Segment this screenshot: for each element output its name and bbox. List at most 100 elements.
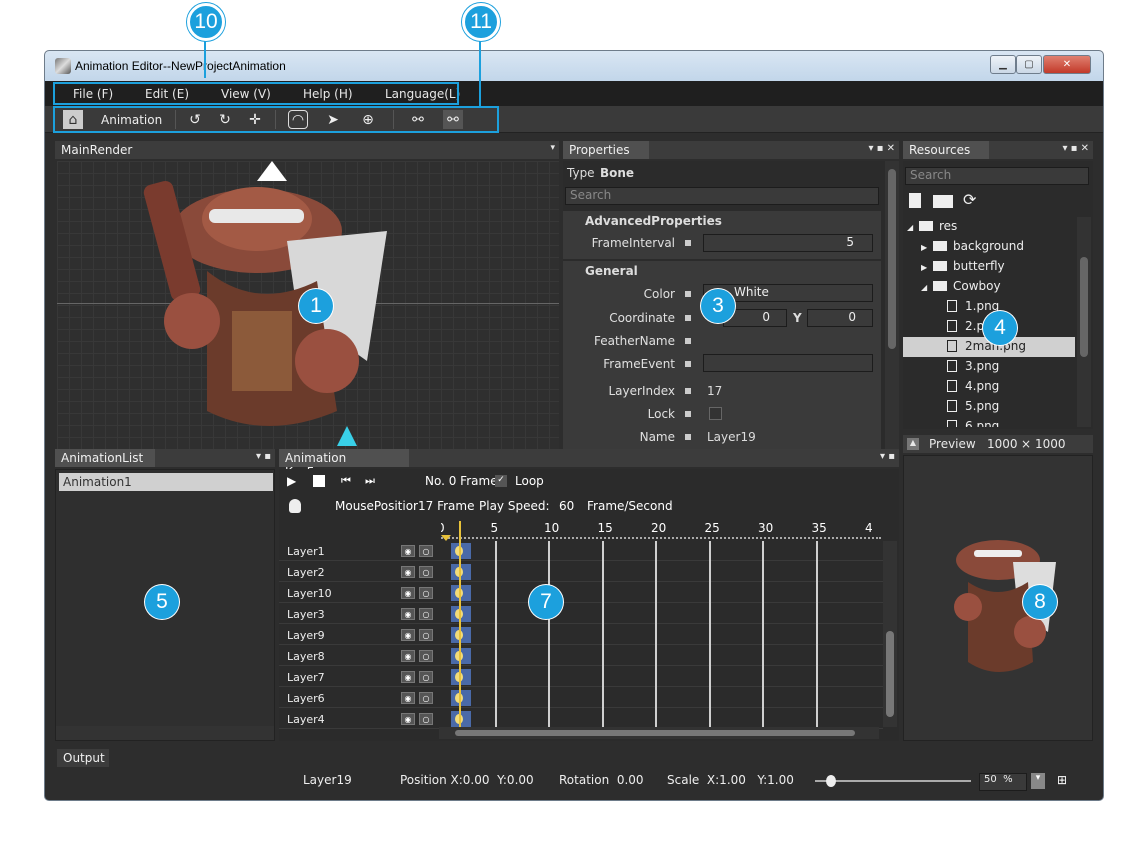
general-header[interactable]: General [585, 264, 638, 278]
visibility-eye-icon[interactable]: ◉ [401, 713, 415, 725]
layer-lock-icon[interactable]: ○ [419, 629, 433, 641]
tab-animation-list[interactable]: AnimationList [55, 449, 155, 467]
layer-row[interactable]: Layer9 ◉ ○ [279, 625, 883, 645]
zoom-input[interactable]: 50 % [979, 773, 1027, 791]
visibility-eye-icon[interactable]: ◉ [401, 671, 415, 683]
timeline-marker-line [762, 541, 764, 727]
zoom-slider-thumb[interactable] [825, 775, 836, 787]
visibility-eye-icon[interactable]: ◉ [401, 692, 415, 704]
layer-row[interactable]: Layer6 ◉ ○ [279, 688, 883, 708]
expand-arrow-icon[interactable]: ▶ [921, 243, 933, 252]
loop-label: Loop [515, 474, 544, 488]
tree-folder[interactable]: ◢ res [907, 217, 957, 237]
output-header: Output [55, 749, 1095, 767]
timeline-vscroll[interactable] [883, 541, 897, 727]
tree-folder[interactable]: ◢ Cowboy [921, 277, 1001, 297]
layer-lock-icon[interactable]: ○ [419, 587, 433, 599]
app-window: Animation Editor--NewProjectAnimation ▁ … [44, 50, 1104, 801]
advanced-header[interactable]: AdvancedProperties [585, 214, 722, 228]
animation-list-item[interactable]: Animation1 [59, 473, 273, 491]
expand-arrow-icon[interactable]: ▶ [921, 263, 933, 272]
tab-main-render[interactable]: MainRender [55, 141, 139, 159]
layer-row[interactable]: Layer10 ◉ ○ [279, 583, 883, 603]
resources-search-input[interactable]: Search [905, 167, 1089, 185]
layer-name: Layer4 [287, 713, 325, 726]
maximize-button[interactable]: ▢ [1016, 55, 1042, 74]
animation-list-hscroll[interactable] [56, 726, 274, 740]
tree-item-label: background [953, 239, 1024, 253]
layer-lock-icon[interactable]: ○ [419, 650, 433, 662]
stop-button[interactable] [313, 475, 325, 487]
tree-file[interactable]: 5.png [935, 397, 999, 417]
name-label: Name [639, 430, 675, 444]
tab-output[interactable]: Output [57, 749, 109, 767]
panel-pin-icon[interactable]: ▾ ▪ [256, 451, 271, 462]
visibility-eye-icon[interactable]: ◉ [401, 545, 415, 557]
callout-line [479, 40, 481, 106]
expand-arrow-icon[interactable]: ◢ [921, 283, 933, 292]
fit-view-icon[interactable]: ⊞ [1057, 773, 1071, 789]
layer-name: Layer10 [287, 587, 332, 600]
layer-lock-icon[interactable]: ○ [419, 545, 433, 557]
pin-icon [685, 315, 691, 321]
frame-event-input[interactable] [703, 354, 873, 372]
properties-search-input[interactable]: Search [565, 187, 879, 205]
visibility-eye-icon[interactable]: ◉ [401, 629, 415, 641]
layer-lock-icon[interactable]: ○ [419, 566, 433, 578]
coordinate-y-input[interactable]: 0 [807, 309, 873, 327]
layer-row[interactable]: Layer7 ◉ ○ [279, 667, 883, 687]
timeline-marker-line [494, 541, 497, 727]
layer-row[interactable]: Layer1 ◉ ○ [279, 541, 883, 561]
layer-row[interactable]: Layer8 ◉ ○ [279, 646, 883, 666]
tree-item-label: res [939, 219, 958, 233]
tab-properties[interactable]: Properties [563, 141, 649, 159]
next-frame-button[interactable]: ⏭ [365, 474, 375, 488]
new-file-icon[interactable] [909, 193, 921, 208]
layer-row[interactable]: Layer4 ◉ ○ [279, 709, 883, 729]
play-speed-value[interactable]: 60 [559, 499, 574, 513]
tab-keyframe[interactable]: Animation KeyFrame [279, 449, 409, 479]
play-button[interactable]: ▶ [287, 474, 296, 488]
animation-list-header: AnimationList ▾ ▪ [55, 449, 275, 467]
layer-lock-icon[interactable]: ○ [419, 608, 433, 620]
panel-pin-icon[interactable]: ▾ ▪ ✕ [868, 143, 895, 154]
tree-file[interactable]: 4.png [935, 377, 999, 397]
timeline-hscroll[interactable] [439, 727, 879, 739]
zoom-dropdown-icon[interactable]: ▾ [1031, 773, 1045, 789]
minimize-button[interactable]: ▁ [990, 55, 1016, 74]
layer-lock-icon[interactable]: ○ [419, 671, 433, 683]
visibility-eye-icon[interactable]: ◉ [401, 587, 415, 599]
add-key-icon[interactable] [289, 499, 301, 513]
collapse-icon[interactable]: ▲ [907, 438, 919, 450]
lock-checkbox[interactable] [709, 407, 722, 420]
properties-scrollbar[interactable] [885, 161, 899, 449]
frame-interval-input[interactable]: 5 [703, 234, 873, 252]
visibility-eye-icon[interactable]: ◉ [401, 650, 415, 662]
layer-lock-icon[interactable]: ○ [419, 713, 433, 725]
layer-lock-icon[interactable]: ○ [419, 692, 433, 704]
visibility-eye-icon[interactable]: ◉ [401, 566, 415, 578]
timeline-ruler[interactable]: 0 5 10 15 20 25 30 35 4 [441, 521, 881, 541]
panel-pin-icon[interactable]: ▾ ▪ [880, 451, 895, 462]
prev-frame-button[interactable]: ⏮ [341, 474, 351, 488]
tree-item-label: butterfly [953, 259, 1005, 273]
layer-row[interactable]: Layer2 ◉ ○ [279, 562, 883, 582]
close-button[interactable]: ✕ [1043, 55, 1091, 74]
tab-resources[interactable]: Resources [903, 141, 989, 159]
tree-folder[interactable]: ▶ butterfly [921, 257, 1005, 277]
panel-menu-icon[interactable]: ▾ [550, 143, 555, 153]
layer-row[interactable]: Layer3 ◉ ○ [279, 604, 883, 624]
visibility-eye-icon[interactable]: ◉ [401, 608, 415, 620]
pin-icon [685, 291, 691, 297]
refresh-icon[interactable]: ⟳ [963, 190, 976, 209]
zoom-slider[interactable] [815, 780, 971, 782]
panel-pin-icon[interactable]: ▾ ▪ ✕ [1062, 143, 1089, 154]
expand-arrow-icon[interactable]: ◢ [907, 223, 919, 232]
tree-folder[interactable]: ▶ background [921, 237, 1024, 257]
timeline-tick-label: 30 [758, 521, 774, 535]
tree-file[interactable]: 3.png [935, 357, 999, 377]
resources-scrollbar[interactable] [1077, 217, 1091, 427]
tree-file[interactable]: 6.png [935, 417, 999, 427]
open-folder-icon[interactable] [933, 195, 953, 208]
loop-checkbox[interactable]: ✓ [495, 475, 507, 487]
